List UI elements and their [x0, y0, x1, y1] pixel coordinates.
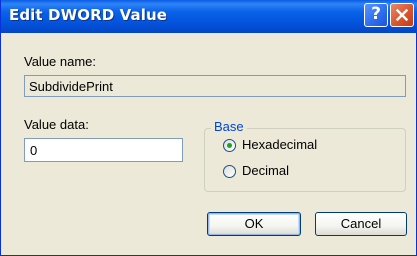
decimal-radio-label[interactable]: Decimal [242, 163, 289, 178]
help-button[interactable]: ? [364, 3, 388, 27]
window-title: Edit DWORD Value [9, 6, 167, 24]
close-button[interactable] [390, 3, 414, 27]
value-data-input[interactable]: 0 [24, 138, 183, 162]
value-name-label: Value name: [24, 54, 97, 69]
close-icon [395, 8, 409, 22]
value-name-field[interactable]: SubdividePrint [24, 75, 406, 97]
help-icon: ? [371, 4, 381, 24]
edit-dword-dialog: Edit DWORD Value ? Value name: Subdivide… [0, 0, 417, 256]
cancel-button[interactable]: Cancel [315, 212, 407, 236]
value-data-label: Value data: [24, 117, 89, 132]
hexadecimal-radio-label[interactable]: Hexadecimal [242, 137, 317, 152]
decimal-radio[interactable] [223, 165, 236, 178]
base-group-legend: Base [211, 119, 247, 134]
hexadecimal-radio[interactable] [223, 139, 236, 152]
ok-button[interactable]: OK [207, 212, 301, 236]
title-bar[interactable]: Edit DWORD Value ? [1, 0, 417, 33]
radio-selected-dot [227, 143, 232, 148]
